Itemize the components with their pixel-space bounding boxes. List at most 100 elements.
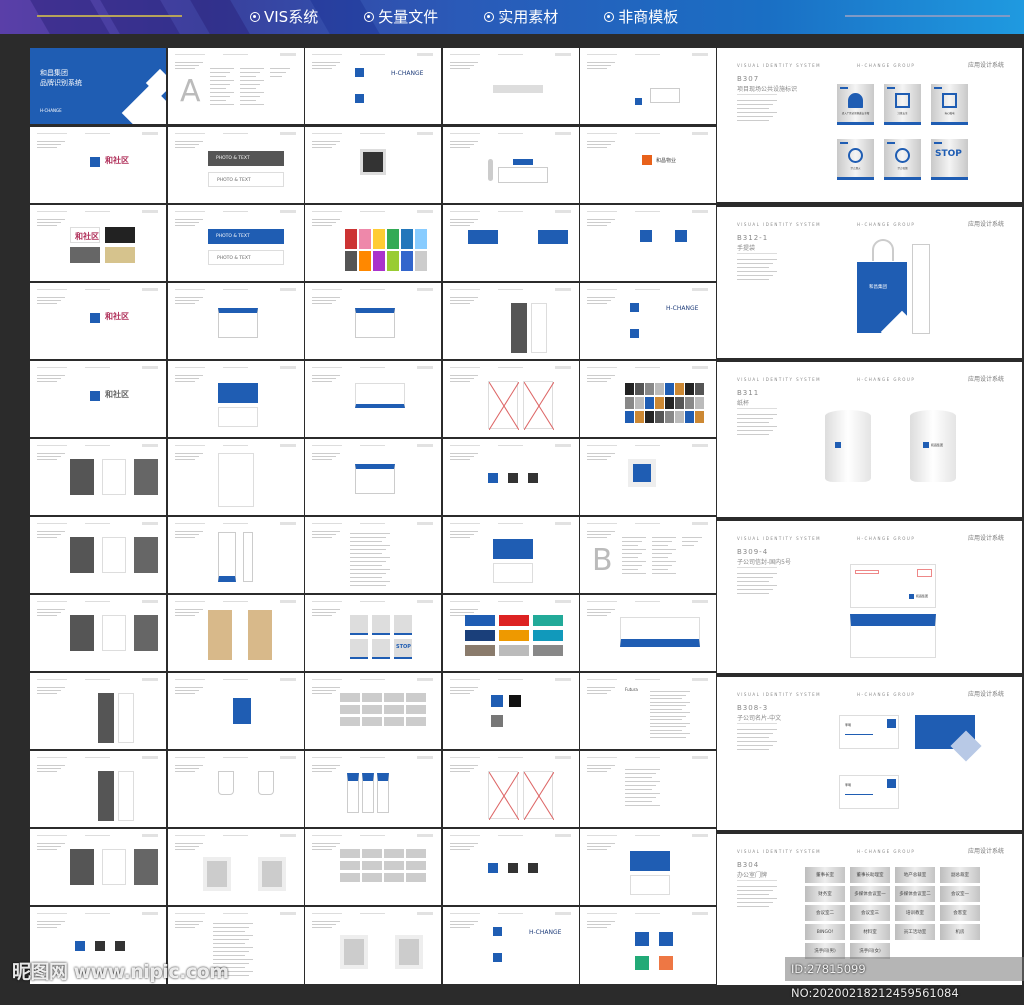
thumbnail-frames[interactable]	[305, 907, 441, 984]
thumbnail-bag[interactable]	[168, 673, 304, 749]
thumbnail-cover[interactable]: 和昌集团 品牌识别系统 H-CHANGE	[30, 48, 166, 124]
thumbnail-plates[interactable]	[305, 673, 441, 749]
thumbnail-index[interactable]: B	[580, 517, 716, 593]
thumbnail-frames[interactable]	[168, 829, 304, 905]
thumbnail-cards[interactable]	[305, 361, 441, 437]
color-cell	[665, 383, 674, 395]
thumbnail-greycards[interactable]	[30, 595, 166, 671]
thumbnail-greytall[interactable]	[443, 283, 579, 359]
thumbnail-greytall[interactable]	[30, 751, 166, 827]
panel-bag[interactable]: VISUAL IDENTITY SYSTEM H-CHANGE GROUP 应用设计…	[717, 207, 1022, 358]
thumbnail-palette[interactable]	[443, 595, 579, 671]
white-card	[102, 537, 126, 573]
thumbnail-logo[interactable]: H-CHANGE	[305, 48, 441, 124]
thumbnail-logosmall[interactable]	[580, 48, 716, 124]
color-swatch	[373, 251, 385, 271]
thumbnail-fonts[interactable]: Futura	[580, 673, 716, 749]
contact-line	[845, 794, 873, 795]
panel-envelope[interactable]: VISUAL IDENTITY SYSTEM H-CHANGE GROUP 应用设计…	[717, 521, 1022, 673]
thumbnail-kraft[interactable]	[168, 595, 304, 671]
thumbnail-folder[interactable]	[168, 517, 304, 593]
door-plate: 会议室二	[805, 905, 845, 921]
thumbnail-icons[interactable]	[580, 907, 716, 984]
thumbnail-pink[interactable]: 和社区	[30, 283, 166, 359]
thumbnail-blank[interactable]	[168, 439, 304, 515]
logo-mark	[528, 863, 538, 873]
thumbnail-photo[interactable]: PHOTO & TEXT PHOTO & TEXT	[168, 127, 304, 203]
door-hanger	[347, 773, 359, 813]
thumbnail-xbox[interactable]	[443, 751, 579, 827]
thumbnail-fontlist[interactable]	[580, 751, 716, 827]
thumbnail-envelope[interactable]	[168, 283, 304, 359]
thumbnail-colorgrid[interactable]	[580, 361, 716, 437]
tab-template[interactable]: 非商模板	[604, 6, 678, 27]
page-header-rule	[223, 211, 248, 212]
thumbnail-pink[interactable]: 和社区	[30, 127, 166, 203]
text-line	[650, 708, 682, 710]
page-header-rule	[692, 678, 708, 681]
text-line	[350, 549, 386, 550]
text-line	[312, 65, 336, 66]
thumbnail-grid4[interactable]	[305, 127, 441, 203]
thumbnail-index[interactable]: A	[168, 48, 304, 124]
sign-label: 注意安全	[897, 112, 908, 115]
text-line	[682, 545, 694, 546]
text-line	[312, 222, 336, 223]
thumbnail-hchange[interactable]: H-CHANGE	[580, 283, 716, 359]
thumbnail-logobox[interactable]	[580, 439, 716, 515]
thumbnail-pinkbg[interactable]: 和社区	[30, 205, 166, 281]
thumbnail-flags[interactable]	[443, 205, 579, 281]
thumbnail-logovert[interactable]	[580, 205, 716, 281]
panel-cards[interactable]: VISUAL IDENTITY SYSTEM H-CHANGE GROUP 应用设计…	[717, 677, 1022, 830]
text-line	[175, 534, 199, 535]
text-line	[622, 565, 642, 566]
thumbnail-bluecard[interactable]	[443, 517, 579, 593]
business-card: 李明	[839, 775, 899, 809]
thumbnail-reception[interactable]	[443, 127, 579, 203]
thumbnail-logosrow[interactable]	[443, 829, 579, 905]
thumbnail-greytext[interactable]: 和社区	[30, 361, 166, 437]
thumbnail-signs[interactable]: STOP	[305, 595, 441, 671]
text-line	[175, 303, 195, 304]
thumbnail-swatches[interactable]	[305, 205, 441, 281]
thumbnail-xbox[interactable]	[443, 361, 579, 437]
text-line	[737, 585, 777, 586]
logo-mark	[923, 442, 929, 448]
text-line	[625, 773, 656, 774]
thumbnail-orange[interactable]: 和昌物业	[580, 127, 716, 203]
thumbnail-greycards[interactable]	[30, 829, 166, 905]
text-line	[587, 381, 607, 382]
thumbnail-text[interactable]	[305, 517, 441, 593]
warning-icon	[942, 93, 957, 108]
thumbnail-plates[interactable]	[305, 829, 441, 905]
placeholder-box	[523, 381, 555, 431]
thumbnail-cups[interactable]	[168, 751, 304, 827]
tab-vector[interactable]: 矢量文件	[364, 6, 438, 27]
door-plate	[384, 873, 404, 882]
thumbnail-bluecard[interactable]	[580, 829, 716, 905]
thumbnail-bluecard[interactable]	[168, 361, 304, 437]
logo-mark	[95, 941, 105, 951]
page-header-rule	[635, 54, 660, 55]
thumbnail-photoblue[interactable]: PHOTO & TEXT PHOTO & TEXT	[168, 205, 304, 281]
thumbnail-envelope[interactable]	[305, 439, 441, 515]
panel-signs[interactable]: VISUAL IDENTITY SYSTEM H-CHANGE GROUP 应用设计…	[717, 48, 1022, 202]
thumbnail-bar[interactable]	[443, 48, 579, 124]
thumbnail-logosblack[interactable]	[443, 673, 579, 749]
text-line	[737, 275, 773, 276]
thumbnail-hchange[interactable]: H-CHANGE	[443, 907, 579, 984]
thumbnail-wave[interactable]	[580, 595, 716, 671]
page-header-rule	[280, 210, 296, 213]
thumbnail-hangers[interactable]	[305, 751, 441, 827]
panel-cups[interactable]: VISUAL IDENTITY SYSTEM H-CHANGE GROUP 应用设计…	[717, 362, 1022, 517]
thumbnail-greycards[interactable]	[30, 517, 166, 593]
text-line	[650, 698, 682, 699]
thumbnail-greycards[interactable]	[30, 439, 166, 515]
tab-vis[interactable]: VIS系统	[250, 6, 318, 27]
thumbnail-envelope[interactable]	[305, 283, 441, 359]
text-line	[587, 921, 615, 922]
text-line	[587, 459, 607, 460]
tab-material[interactable]: 实用素材	[484, 6, 558, 27]
thumbnail-greytall[interactable]	[30, 673, 166, 749]
thumbnail-logosrow[interactable]	[443, 439, 579, 515]
